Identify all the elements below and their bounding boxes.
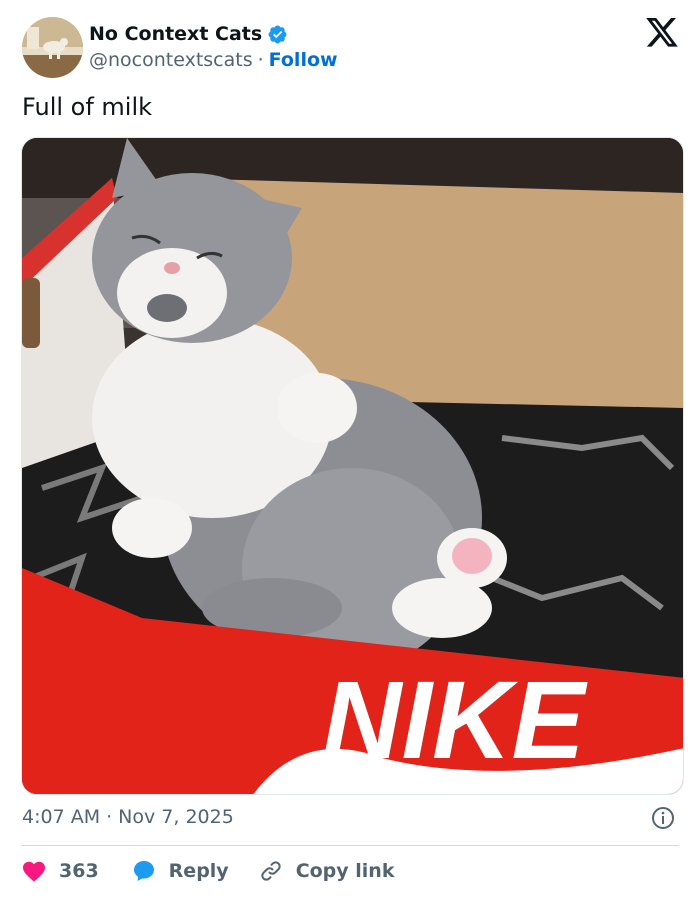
author-handle[interactable]: @nocontextscats	[89, 49, 253, 71]
verified-badge-icon	[268, 25, 287, 43]
reply-button[interactable]: Reply	[132, 859, 229, 883]
author-avatar[interactable]	[22, 17, 83, 78]
info-icon[interactable]	[651, 806, 675, 830]
handle-separator: ·	[257, 49, 264, 71]
tweet-text: Full of milk	[22, 93, 153, 121]
tweet-actions: 363 Reply Copy link	[22, 856, 394, 886]
like-count: 363	[59, 860, 99, 882]
speech-bubble-icon	[133, 861, 154, 881]
heart-icon	[23, 861, 45, 882]
cat-photo-image: NIKE	[22, 138, 683, 794]
timestamp-separator: ·	[106, 806, 113, 828]
author-name[interactable]: No Context Cats	[89, 23, 262, 45]
tweet-timestamp[interactable]: 4:07 AM · Nov 7, 2025	[22, 806, 234, 828]
copy-link-button[interactable]: Copy link	[259, 859, 395, 883]
x-logo-icon[interactable]	[646, 18, 678, 47]
tweet-embed-card: No Context Cats @nocontextscats · Follow…	[0, 0, 700, 898]
copy-link-label: Copy link	[295, 860, 395, 882]
tweet-date: Nov 7, 2025	[118, 806, 234, 828]
link-icon	[261, 861, 281, 881]
author-info: No Context Cats @nocontextscats · Follow	[89, 21, 338, 73]
follow-button[interactable]: Follow	[269, 49, 338, 71]
reply-label: Reply	[168, 860, 229, 882]
divider	[22, 845, 679, 846]
tweet-photo[interactable]: NIKE	[21, 137, 684, 795]
avatar-image	[22, 17, 83, 78]
tweet-time: 4:07 AM	[22, 806, 101, 828]
like-button[interactable]: 363	[22, 860, 99, 882]
